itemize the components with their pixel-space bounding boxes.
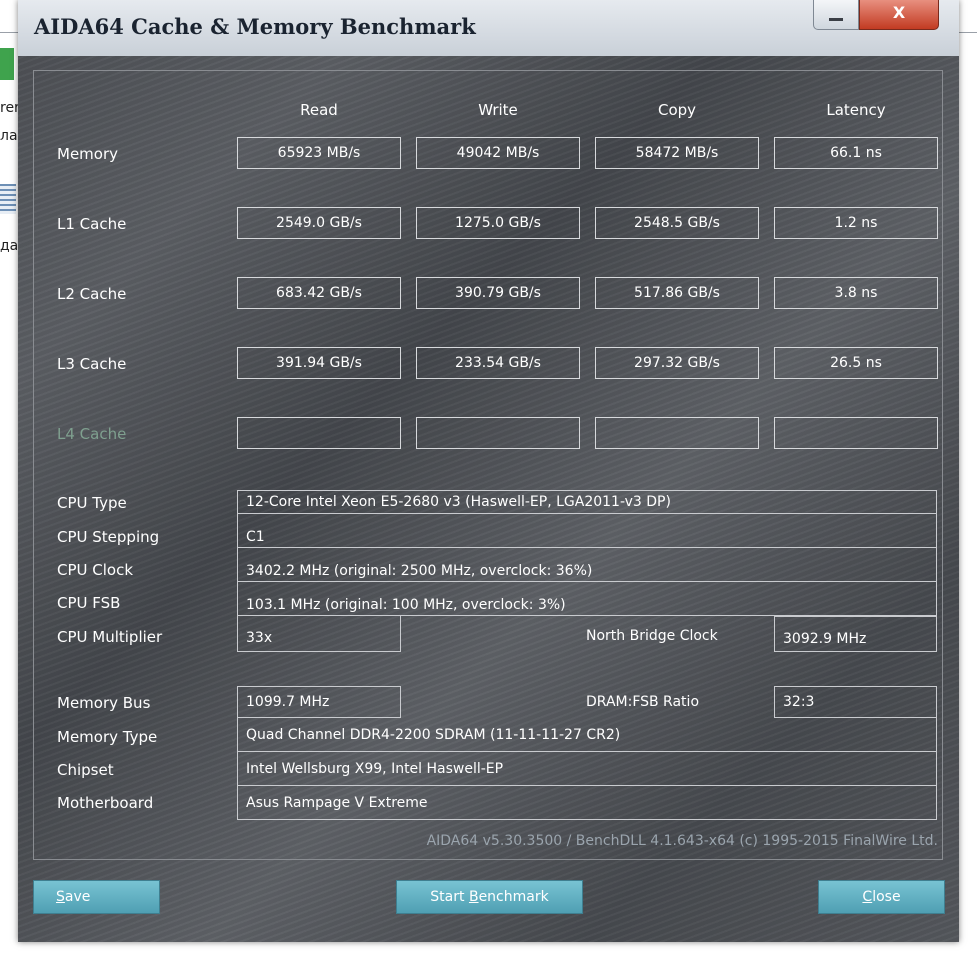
memory-write-value: 49042 MB/s [416, 137, 580, 169]
close-button-label: lose [872, 889, 901, 905]
save-button-accelerator: S [56, 889, 65, 905]
background-text: да [0, 238, 19, 254]
l3-copy-value: 297.32 GB/s [595, 347, 759, 379]
background-text: rer [0, 100, 20, 116]
version-footer: AIDA64 v5.30.3500 / BenchDLL 4.1.643-x64… [426, 833, 938, 849]
background-divider [959, 32, 977, 33]
start-benchmark-label-pre: Start [430, 889, 469, 905]
cpu-clock-label: CPU Clock [57, 561, 134, 579]
start-benchmark-label-rest: enchmark [478, 889, 549, 905]
l4-read-value [237, 417, 401, 449]
row-label-memory: Memory [57, 145, 119, 163]
column-header-read: Read [300, 101, 338, 119]
minimize-button[interactable] [813, 0, 859, 30]
dram-fsb-ratio-label: DRAM:FSB Ratio [586, 694, 700, 710]
chipset-label: Chipset [57, 761, 114, 779]
l3-write-value: 233.54 GB/s [416, 347, 580, 379]
close-icon: X [892, 3, 906, 22]
minimize-icon [829, 18, 843, 21]
results-panel: Read Write Copy Latency Memory 65923 MB/… [33, 70, 943, 860]
window-title: AIDA64 Cache & Memory Benchmark [34, 14, 476, 39]
cpu-multiplier-label: CPU Multiplier [57, 628, 163, 646]
memory-type-label: Memory Type [57, 728, 158, 746]
memory-bus-label: Memory Bus [57, 694, 151, 712]
motherboard-label: Motherboard [57, 794, 154, 812]
cpu-type-value: 12-Core Intel Xeon E5-2680 v3 (Haswell-E… [237, 490, 937, 514]
cpu-fsb-label: CPU FSB [57, 594, 121, 612]
l1-read-value: 2549.0 GB/s [237, 207, 401, 239]
north-bridge-clock-label: North Bridge Clock [586, 628, 718, 644]
l1-copy-value: 2548.5 GB/s [595, 207, 759, 239]
l2-read-value: 683.42 GB/s [237, 277, 401, 309]
row-label-l1-cache: L1 Cache [57, 215, 127, 233]
chipset-value: Intel Wellsburg X99, Intel Haswell-EP [237, 752, 937, 786]
cpu-stepping-value: C1 [237, 514, 937, 548]
cpu-fsb-value: 103.1 MHz (original: 100 MHz, overclock:… [237, 582, 937, 616]
memory-read-value: 65923 MB/s [237, 137, 401, 169]
start-benchmark-button[interactable]: Start Benchmark [396, 880, 583, 914]
start-benchmark-accelerator: B [468, 889, 479, 905]
motherboard-value: Asus Rampage V Extreme [237, 786, 937, 820]
window-close-button[interactable]: X [859, 0, 939, 30]
l1-latency-value: 1.2 ns [774, 207, 938, 239]
row-label-l2-cache: L2 Cache [57, 285, 127, 303]
background-app-icon [0, 48, 14, 80]
save-button[interactable]: Save [33, 880, 160, 914]
l3-read-value: 391.94 GB/s [237, 347, 401, 379]
benchmark-window: AIDA64 Cache & Memory Benchmark X Read W… [18, 0, 959, 942]
background-divider [0, 32, 18, 33]
l4-write-value [416, 417, 580, 449]
row-label-l4-cache: L4 Cache [57, 425, 127, 443]
column-header-latency: Latency [826, 101, 886, 119]
save-button-label: ave [64, 889, 91, 905]
cpu-multiplier-value: 33x [237, 616, 401, 652]
memory-copy-value: 58472 MB/s [595, 137, 759, 169]
close-button-accelerator: C [862, 889, 873, 905]
l3-latency-value: 26.5 ns [774, 347, 938, 379]
background-list-icon [0, 184, 16, 214]
l2-latency-value: 3.8 ns [774, 277, 938, 309]
cpu-type-label: CPU Type [57, 494, 127, 512]
l2-copy-value: 517.86 GB/s [595, 277, 759, 309]
dram-fsb-ratio-value: 32:3 [774, 686, 937, 718]
l4-copy-value [595, 417, 759, 449]
l1-write-value: 1275.0 GB/s [416, 207, 580, 239]
column-header-copy: Copy [657, 101, 697, 119]
memory-type-value: Quad Channel DDR4-2200 SDRAM (11-11-11-2… [237, 718, 937, 752]
north-bridge-clock-value: 3092.9 MHz [774, 616, 937, 652]
memory-bus-value: 1099.7 MHz [237, 686, 401, 718]
background-text: ла [0, 128, 18, 144]
title-bar[interactable]: AIDA64 Cache & Memory Benchmark X [18, 0, 959, 56]
row-label-l3-cache: L3 Cache [57, 355, 127, 373]
cpu-clock-value: 3402.2 MHz (original: 2500 MHz, overcloc… [237, 548, 937, 582]
cpu-stepping-label: CPU Stepping [57, 528, 160, 546]
l2-write-value: 390.79 GB/s [416, 277, 580, 309]
memory-latency-value: 66.1 ns [774, 137, 938, 169]
l4-latency-value [774, 417, 938, 449]
column-header-write: Write [478, 101, 518, 119]
close-button[interactable]: Close [818, 880, 945, 914]
